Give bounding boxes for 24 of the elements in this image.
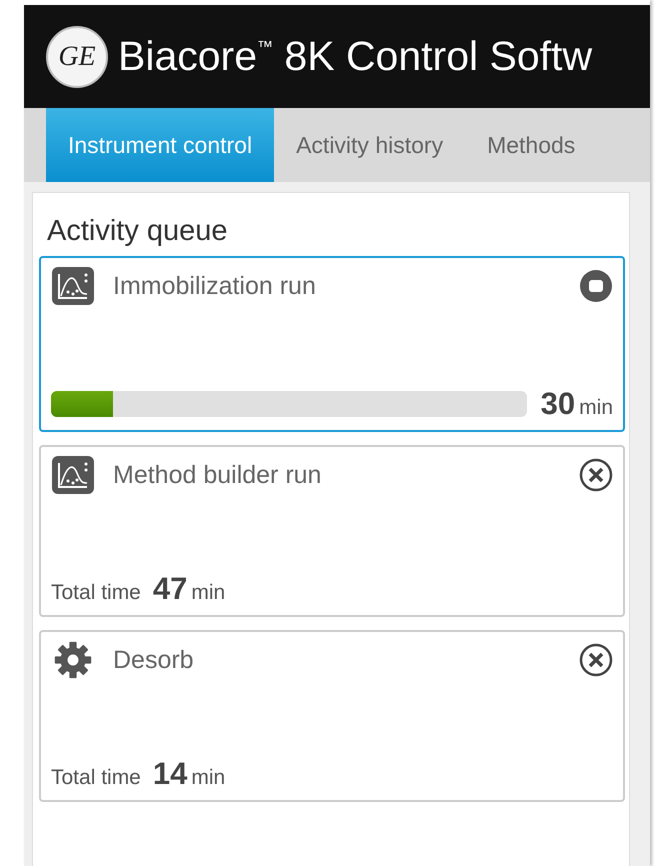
time-value: 47 xyxy=(152,571,188,607)
tab[interactable]: Activity history xyxy=(274,108,466,182)
tab[interactable]: Methods xyxy=(465,108,598,182)
chart-icon xyxy=(51,455,95,495)
total-time-label: Total time xyxy=(51,581,141,605)
activity-card[interactable]: Immobilization run 30 min xyxy=(39,256,625,432)
time-unit: min xyxy=(191,766,226,790)
activity-name: Method builder run xyxy=(113,460,322,490)
stop-icon[interactable] xyxy=(579,269,613,303)
time-value: 14 xyxy=(152,756,188,792)
chart-icon xyxy=(51,266,95,306)
logo-icon: GE xyxy=(46,26,108,88)
app-title: Biacore$^{™}$ 8K Control Softw xyxy=(118,33,592,80)
total-time-label: Total time xyxy=(51,766,141,790)
close-icon[interactable] xyxy=(579,643,613,677)
time-unit: min xyxy=(191,581,226,605)
time-value: 30 xyxy=(540,386,576,422)
time-unit: min xyxy=(579,396,613,420)
activity-name: Desorb xyxy=(113,646,195,674)
activity-card[interactable]: Method builder run Total time 47 min xyxy=(39,445,625,617)
close-icon[interactable] xyxy=(579,458,613,492)
activity-card[interactable]: Desorb Total time 14 min xyxy=(39,630,625,802)
panel-title: Activity queue xyxy=(47,215,229,248)
activity-name: Immobilization run xyxy=(113,272,317,300)
